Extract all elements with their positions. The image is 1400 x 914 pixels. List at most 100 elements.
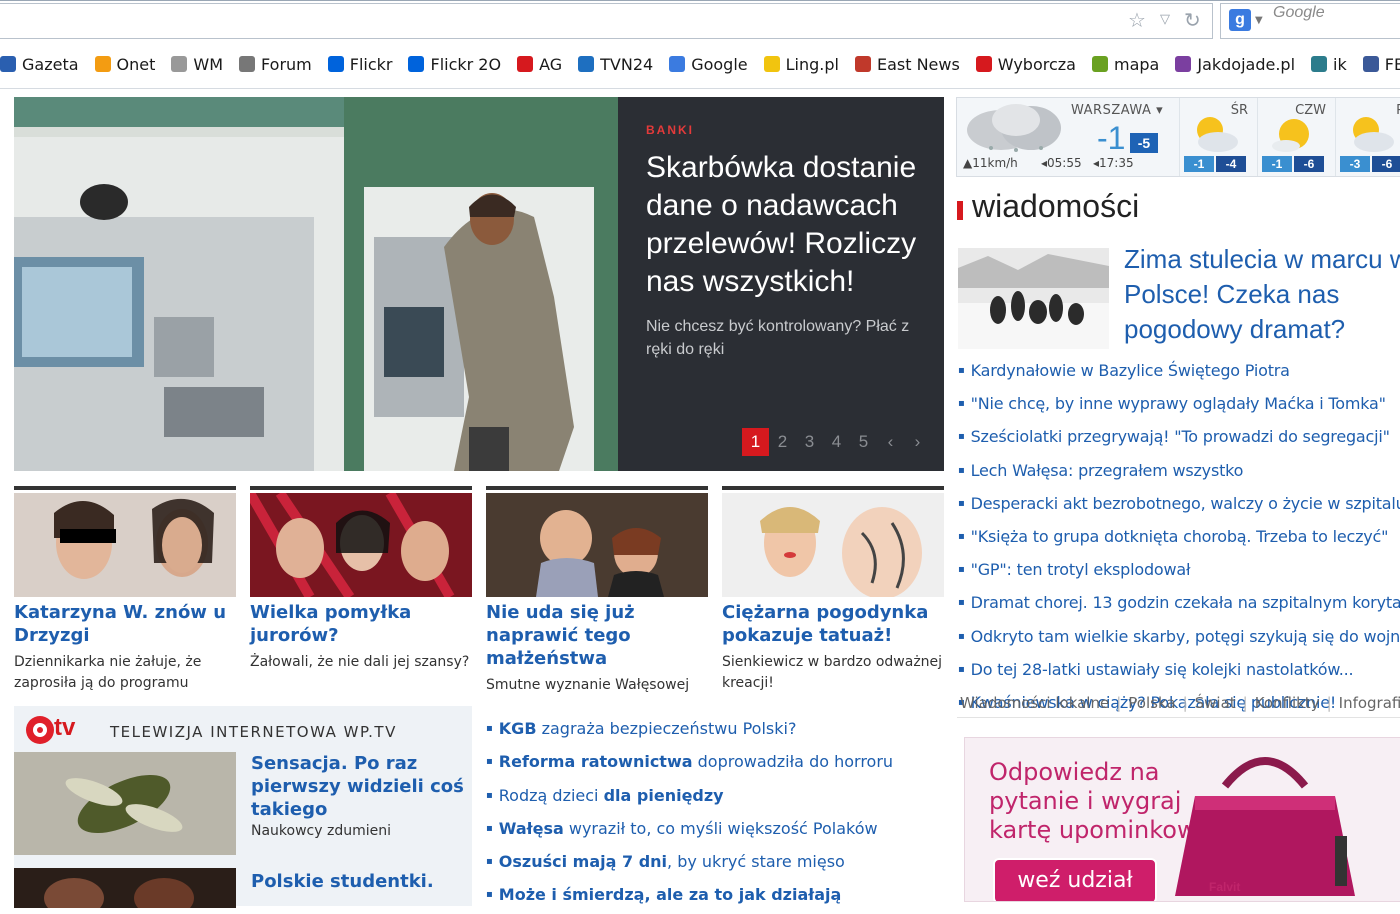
page-5-button[interactable]: 5 [850,428,877,456]
reload-icon[interactable]: ↻ [1184,3,1201,37]
wptv-video-title[interactable]: Polskie studentki. [251,870,466,893]
forecast-day-2[interactable]: CZW -1 -6 [1257,98,1336,176]
news-lead-link[interactable]: Zima stulecia w marcu w Polsce! Czeka na… [1124,242,1400,347]
page-4-button[interactable]: 4 [823,428,850,456]
category-link[interactable]: Konflikty [1255,694,1320,712]
bookmark-item[interactable]: Flickr 2O [408,55,501,74]
handbag-icon [1175,757,1355,896]
page-3-button[interactable]: 3 [796,428,823,456]
jury-photo [250,493,472,597]
bookmark-item[interactable]: AG [517,55,562,74]
ad-banner[interactable]: Odpowiedz na pytanie i wygraj kartę upom… [964,737,1400,902]
card-top-bar [722,486,944,490]
category-link[interactable]: Infografika [1339,694,1400,712]
news-item[interactable]: Desperacki akt bezrobotnego, walczy o ży… [958,489,1400,522]
headline-item[interactable]: Może i śmierdzą, ale za to jak działają [486,880,946,913]
article-image[interactable] [250,493,472,597]
hero-slider[interactable]: BANKI Skarbówka dostanie dane o nadawcac… [14,97,944,471]
article-image[interactable] [722,493,944,597]
headline-bold[interactable]: Reforma ratownictwa [499,752,693,771]
wptv-video-thumb[interactable] [14,752,236,855]
atm-photo [14,97,618,471]
headline-item[interactable]: Rodzą dzieci dla pieniędzy [486,781,946,814]
article-image[interactable] [14,493,236,597]
bookmark-item[interactable]: TVN24 [578,55,653,74]
page-2-button[interactable]: 2 [769,428,796,456]
next-arrow-icon[interactable]: › [904,428,931,456]
hero-category[interactable]: BANKI [646,123,694,137]
news-item[interactable]: Sześciolatki przegrywają! "To prowadzi d… [958,422,1400,455]
headline-bold[interactable]: KGB [499,719,537,738]
article-title[interactable]: Wielka pomyłka jurorów? [250,601,472,647]
article-title[interactable]: Nie uda się już naprawić tego małżeństwa [486,601,708,670]
hero-subtitle[interactable]: Nie chcesz być kontrolowany? Płać z ręki… [646,315,936,361]
google-engine-icon[interactable]: g [1229,9,1251,31]
article-title[interactable]: Katarzyna W. znów u Drzyzgi [14,601,236,647]
headline-rest[interactable]: doprowadziła do horroru [693,752,893,771]
news-lead-image[interactable] [958,248,1109,349]
prev-arrow-icon[interactable]: ‹ [877,428,904,456]
news-item[interactable]: "Księża to grupa dotknięta chorobą. Trze… [958,522,1400,555]
facebook-icon [1362,56,1379,72]
students-photo [14,868,236,908]
search-box[interactable]: g ▼ Google [1220,3,1400,39]
headline-bold[interactable]: Może i śmierdzą, ale za to jak działają [499,885,841,904]
headline-rest[interactable]: wyraził to, co myśli większość Polaków [564,819,878,838]
bookmark-item[interactable]: WM [171,55,223,74]
bookmark-item[interactable]: Gazeta [0,55,79,74]
wptv-logo-text: tv [54,714,76,741]
hero-image-atm[interactable] [14,97,618,471]
headline-bold[interactable]: dla pieniędzy [604,786,724,805]
headline-rest[interactable]: zagraża bezpieczeństwu Polski? [537,719,797,738]
forecast-day-1[interactable]: ŚR -1 -4 [1179,98,1258,176]
news-item[interactable]: Kardynałowie w Bazylice Świętego Piotra [958,356,1400,389]
headline-item[interactable]: KGB zagraża bezpieczeństwu Polski? [486,714,946,747]
bookmark-item[interactable]: Forum [239,55,312,74]
wptv-video-thumb[interactable] [14,868,236,908]
headline-item[interactable]: Oszuści mają 7 dni, by ukryć stare mięso [486,847,946,880]
news-item[interactable]: Lech Wałęsa: przegrałem wszystko [958,456,1400,489]
news-section-heading[interactable]: wiadomości [972,188,1139,225]
hero-title[interactable]: Skarbówka dostanie dane o nadawcach prze… [646,149,936,301]
engine-dropdown-icon[interactable]: ▼ [1255,4,1263,38]
wptv-heading[interactable]: TELEWIZJA INTERNETOWA WP.TV [110,723,397,741]
hero-pager: 1 2 3 4 5 ‹ › [742,428,931,456]
ad-participate-button[interactable]: weź udział [993,858,1157,901]
bookmark-item[interactable]: East News [854,55,960,74]
weather-city-select[interactable]: WARSZAWA ▾ [1071,103,1163,118]
news-item[interactable]: "Nie chcę, by inne wyprawy oglądały Maćk… [958,389,1400,422]
bookmark-item[interactable]: ik [1311,55,1347,74]
wptv-video-title[interactable]: Sensacja. Po raz pierwszy widzieli coś t… [251,752,466,821]
headline-rest[interactable]: Rodzą dzieci [499,786,604,805]
category-link[interactable]: Polska [1128,694,1175,712]
headline-bold[interactable]: Wałęsa [499,819,564,838]
news-item[interactable]: "GP": ten trotyl eksplodował [958,555,1400,588]
headline-item[interactable]: Reforma ratownictwa doprowadziła do horr… [486,747,946,780]
wptv-logo[interactable]: tv [24,714,104,750]
headline-bold[interactable]: Oszuści mają 7 dni [499,852,667,871]
bookmark-star-icon[interactable]: ☆ [1128,3,1146,37]
bookmark-item[interactable]: mapa [1091,55,1159,74]
forecast-day-3[interactable]: P -3 -6 [1335,98,1400,176]
category-link[interactable]: Świat [1195,694,1236,712]
bookmark-item[interactable]: Ling.pl [763,55,839,74]
bookmark-item[interactable]: Onet [94,55,155,74]
bookmark-item[interactable]: Jakdojade.pl [1175,55,1295,74]
bookmark-item[interactable]: Google [669,55,748,74]
insect-photo [14,752,236,855]
history-dropdown-icon[interactable]: ▽ [1160,3,1170,37]
article-title[interactable]: Ciężarna pogodynka pokazuje tatuaż! [722,601,944,647]
news-item[interactable]: Do tej 28-latki ustawiały się kolejki na… [958,655,1400,688]
headline-item[interactable]: Wałęsa wyraził to, co myśli większość Po… [486,814,946,847]
headline-rest[interactable]: , by ukryć stare mięso [667,852,845,871]
bookmark-item[interactable]: Wyborcza [975,55,1076,74]
news-item[interactable]: Odkryto tam wielkie skarby, potęgi szyku… [958,622,1400,655]
bookmark-item[interactable]: Flickr [327,55,392,74]
article-image[interactable] [486,493,708,597]
bookmark-item[interactable]: FB [1362,55,1400,74]
page-1-button[interactable]: 1 [742,428,769,456]
weather-widget[interactable]: WARSZAWA ▾ -1 -5 ▲11km/h ◂05:55 ◂17:35 Ś… [956,97,1400,177]
category-link[interactable]: Wiadomości lokalne [960,694,1109,712]
url-field[interactable] [0,3,1213,39]
news-item[interactable]: Dramat chorej. 13 godzin czekała na szpi… [958,588,1400,621]
